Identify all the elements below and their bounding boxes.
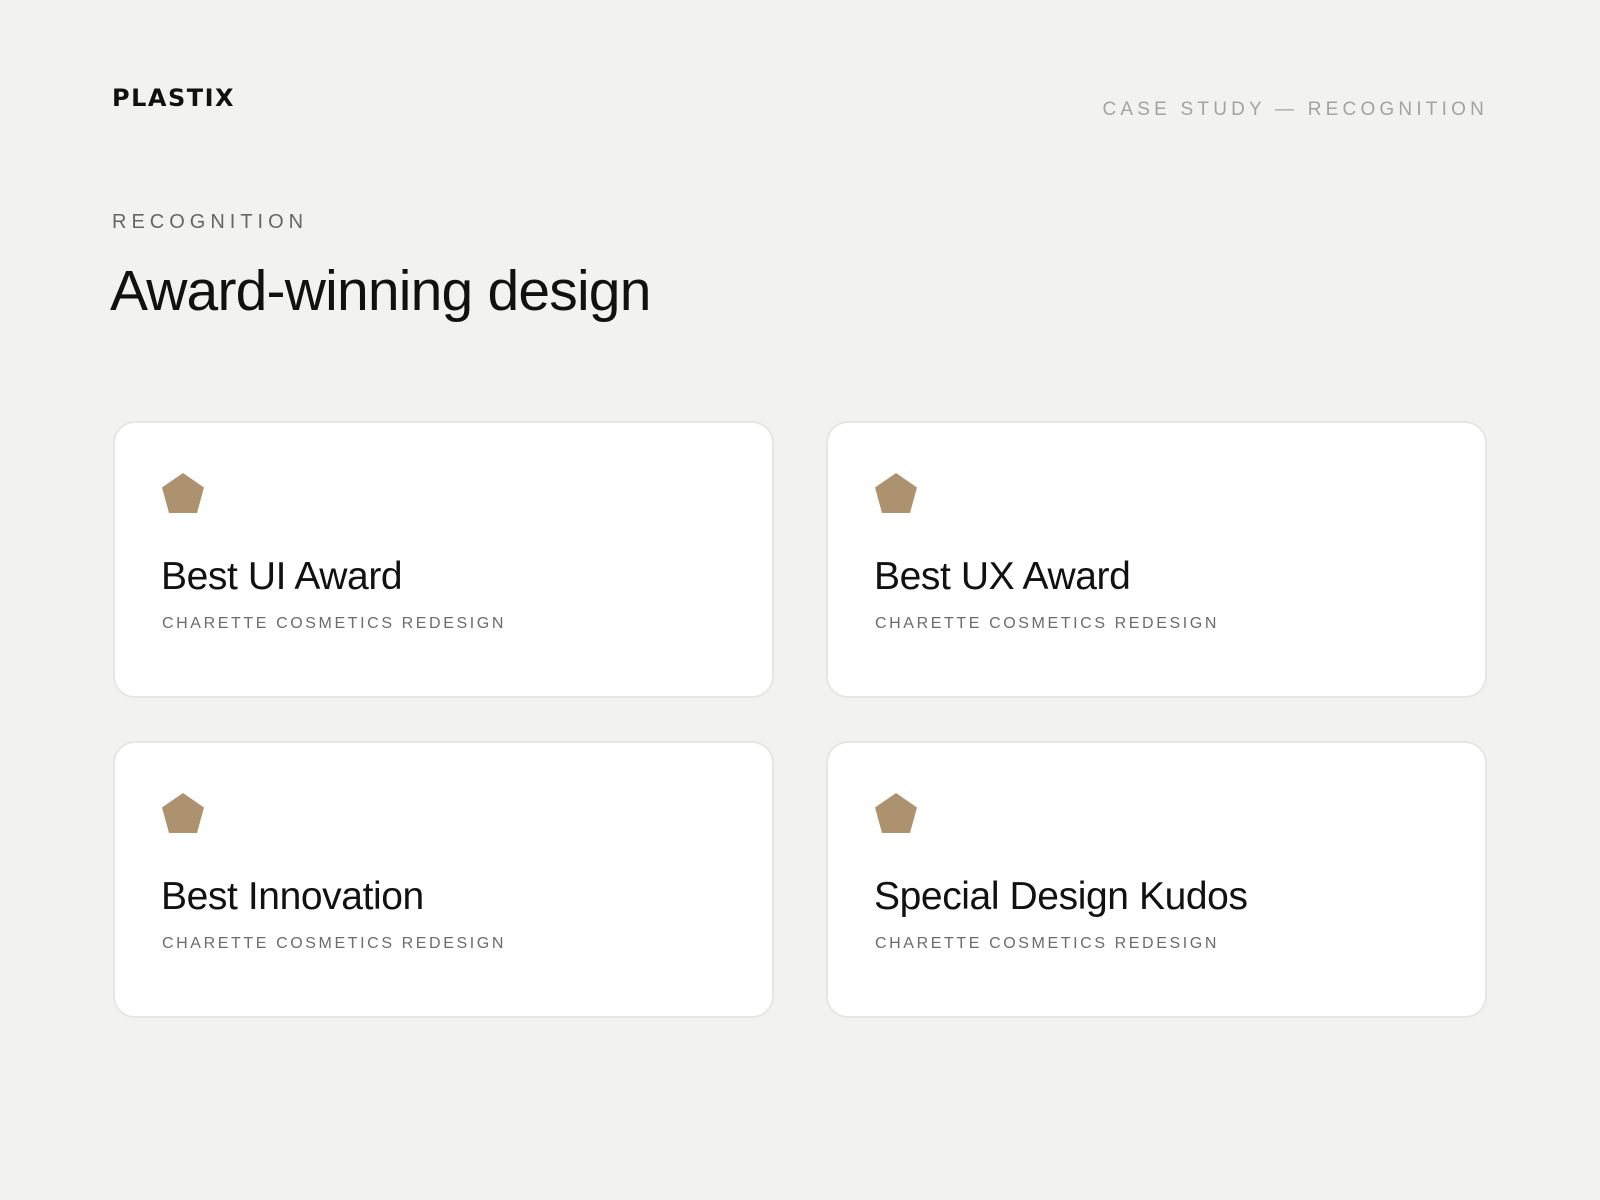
pentagon-award-icon	[874, 792, 918, 834]
pentagon-award-icon	[874, 472, 918, 514]
award-title: Special Design Kudos	[874, 875, 1248, 918]
page-title: Award-winning design	[110, 259, 651, 323]
award-project: CHARETTE COSMETICS REDESIGN	[875, 935, 1220, 952]
pentagon-award-icon	[161, 792, 205, 834]
award-project: CHARETTE COSMETICS REDESIGN	[162, 615, 507, 632]
page-header: PLASTIX CASE STUDY — RECOGNITION	[112, 84, 1488, 124]
brand-logo[interactable]: PLASTIX	[112, 84, 235, 112]
section-eyebrow: RECOGNITION	[112, 211, 309, 233]
awards-grid: Best UI Award CHARETTE COSMETICS REDESIG…	[113, 421, 1487, 1018]
award-title: Best UX Award	[874, 555, 1131, 598]
award-project: CHARETTE COSMETICS REDESIGN	[875, 615, 1220, 632]
award-project: CHARETTE COSMETICS REDESIGN	[162, 935, 507, 952]
award-card: Best UX Award CHARETTE COSMETICS REDESIG…	[826, 421, 1487, 698]
award-card: Best Innovation CHARETTE COSMETICS REDES…	[113, 741, 774, 1018]
award-title: Best UI Award	[161, 555, 403, 598]
award-card: Special Design Kudos CHARETTE COSMETICS …	[826, 741, 1487, 1018]
award-title: Best Innovation	[161, 875, 424, 918]
pentagon-award-icon	[161, 472, 205, 514]
case-study-label: CASE STUDY — RECOGNITION	[1102, 99, 1488, 120]
award-card: Best UI Award CHARETTE COSMETICS REDESIG…	[113, 421, 774, 698]
